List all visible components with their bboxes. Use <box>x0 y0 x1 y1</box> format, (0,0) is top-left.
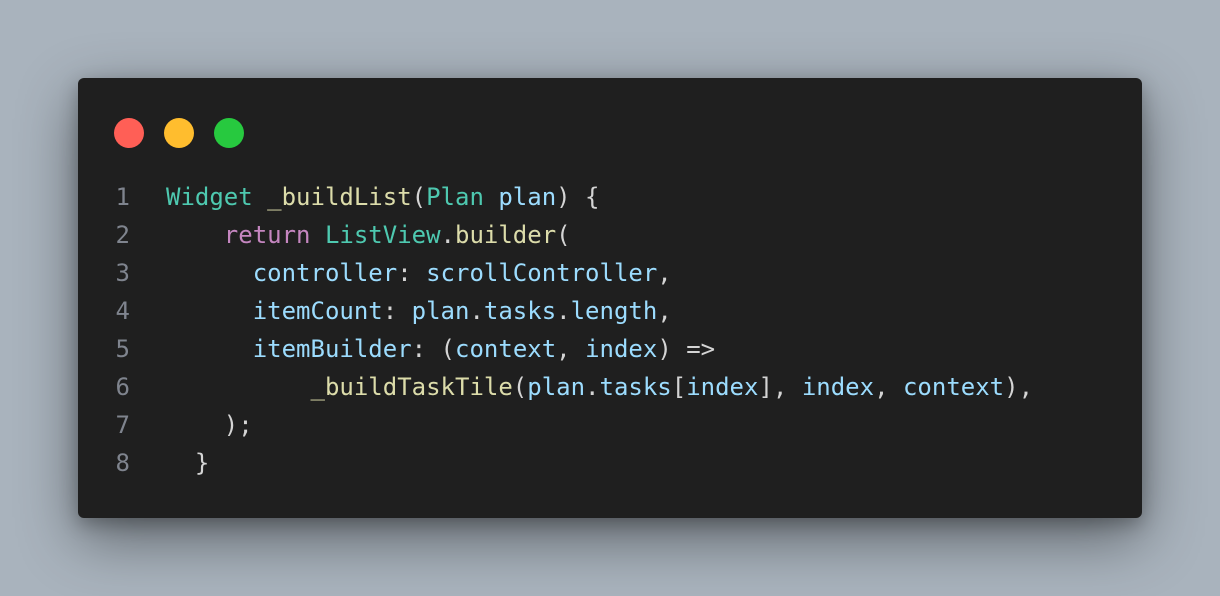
code-token: : ( <box>411 335 456 363</box>
line-source: Widget _buildList(Plan plan) { <box>166 178 600 216</box>
code-token: itemBuilder <box>252 335 412 363</box>
maximize-dot-icon[interactable] <box>214 118 244 148</box>
code-token: length <box>570 297 658 325</box>
code-token: itemCount <box>252 297 383 325</box>
line-number: 6 <box>115 373 130 401</box>
line-source: } <box>166 444 209 482</box>
line-number: 4 <box>115 297 130 325</box>
code-line: 5 itemBuilder: (context, index) => <box>78 330 1142 368</box>
code-token: . <box>556 297 571 325</box>
code-token: ( <box>411 183 427 211</box>
code-token: ); <box>223 411 253 439</box>
line-source: itemCount: plan.tasks.length, <box>166 292 672 330</box>
code-token: plan <box>411 297 470 325</box>
line-number: 3 <box>115 259 130 287</box>
code-token: ], <box>758 373 802 401</box>
code-token: plan <box>498 183 557 211</box>
code-token: builder <box>455 221 557 249</box>
code-token: : <box>382 297 412 325</box>
code-line: 8 } <box>78 444 1142 482</box>
line-number: 5 <box>115 335 130 363</box>
code-token: scrollController <box>426 259 658 287</box>
code-token: _buildTaskTile <box>310 373 513 401</box>
code-token: ( <box>556 221 571 249</box>
code-token: . <box>585 373 600 401</box>
code-window: 1 Widget _buildList(Plan plan) {2 return … <box>78 78 1142 518</box>
line-number: 1 <box>115 183 130 211</box>
line-source: controller: scrollController, <box>166 254 672 292</box>
code-token: context <box>902 373 1005 401</box>
code-token: controller <box>252 259 398 287</box>
code-token: context <box>455 335 557 363</box>
code-token: index <box>686 373 759 401</box>
code-token: , <box>556 335 586 363</box>
code-token: . <box>440 221 455 249</box>
code-token: Plan <box>426 183 484 211</box>
line-number: 7 <box>115 411 130 439</box>
code-token: Widget <box>166 183 253 211</box>
code-token: plan <box>527 373 586 401</box>
line-source: _buildTaskTile(plan.tasks[index], index,… <box>166 368 1034 406</box>
code-line: 1 Widget _buildList(Plan plan) { <box>78 178 1142 216</box>
code-line: 7 ); <box>78 406 1142 444</box>
code-token: _buildList <box>267 183 412 211</box>
code-token: [ <box>671 373 687 401</box>
line-source: return ListView.builder( <box>166 216 571 254</box>
code-token: return <box>223 221 311 249</box>
line-number: 8 <box>115 449 130 477</box>
code-line: 4 itemCount: plan.tasks.length, <box>78 292 1142 330</box>
line-source: ); <box>166 406 253 444</box>
code-token: , <box>657 259 672 287</box>
code-token: index <box>801 373 875 401</box>
code-token: . <box>469 297 484 325</box>
minimize-dot-icon[interactable] <box>164 118 194 148</box>
code-token: , <box>874 373 903 401</box>
line-number: 2 <box>115 221 130 249</box>
window-controls <box>114 118 244 148</box>
code-line: 3 controller: scrollController, <box>78 254 1142 292</box>
code-token: } <box>194 449 210 477</box>
code-token: ), <box>1004 373 1034 401</box>
code-token: tasks <box>599 373 672 401</box>
code-block: 1 Widget _buildList(Plan plan) {2 return … <box>78 178 1142 482</box>
code-token: ListView <box>324 221 441 249</box>
code-token: ( <box>512 373 528 401</box>
code-token: , <box>657 297 672 325</box>
line-source: itemBuilder: (context, index) => <box>166 330 715 368</box>
code-token: ) { <box>556 183 600 211</box>
code-token: : <box>397 259 427 287</box>
code-line: 6 _buildTaskTile(plan.tasks[index], inde… <box>78 368 1142 406</box>
code-token: ) => <box>657 335 716 363</box>
code-line: 2 return ListView.builder( <box>78 216 1142 254</box>
code-token: index <box>585 335 658 363</box>
close-dot-icon[interactable] <box>114 118 144 148</box>
code-token: tasks <box>483 297 557 325</box>
